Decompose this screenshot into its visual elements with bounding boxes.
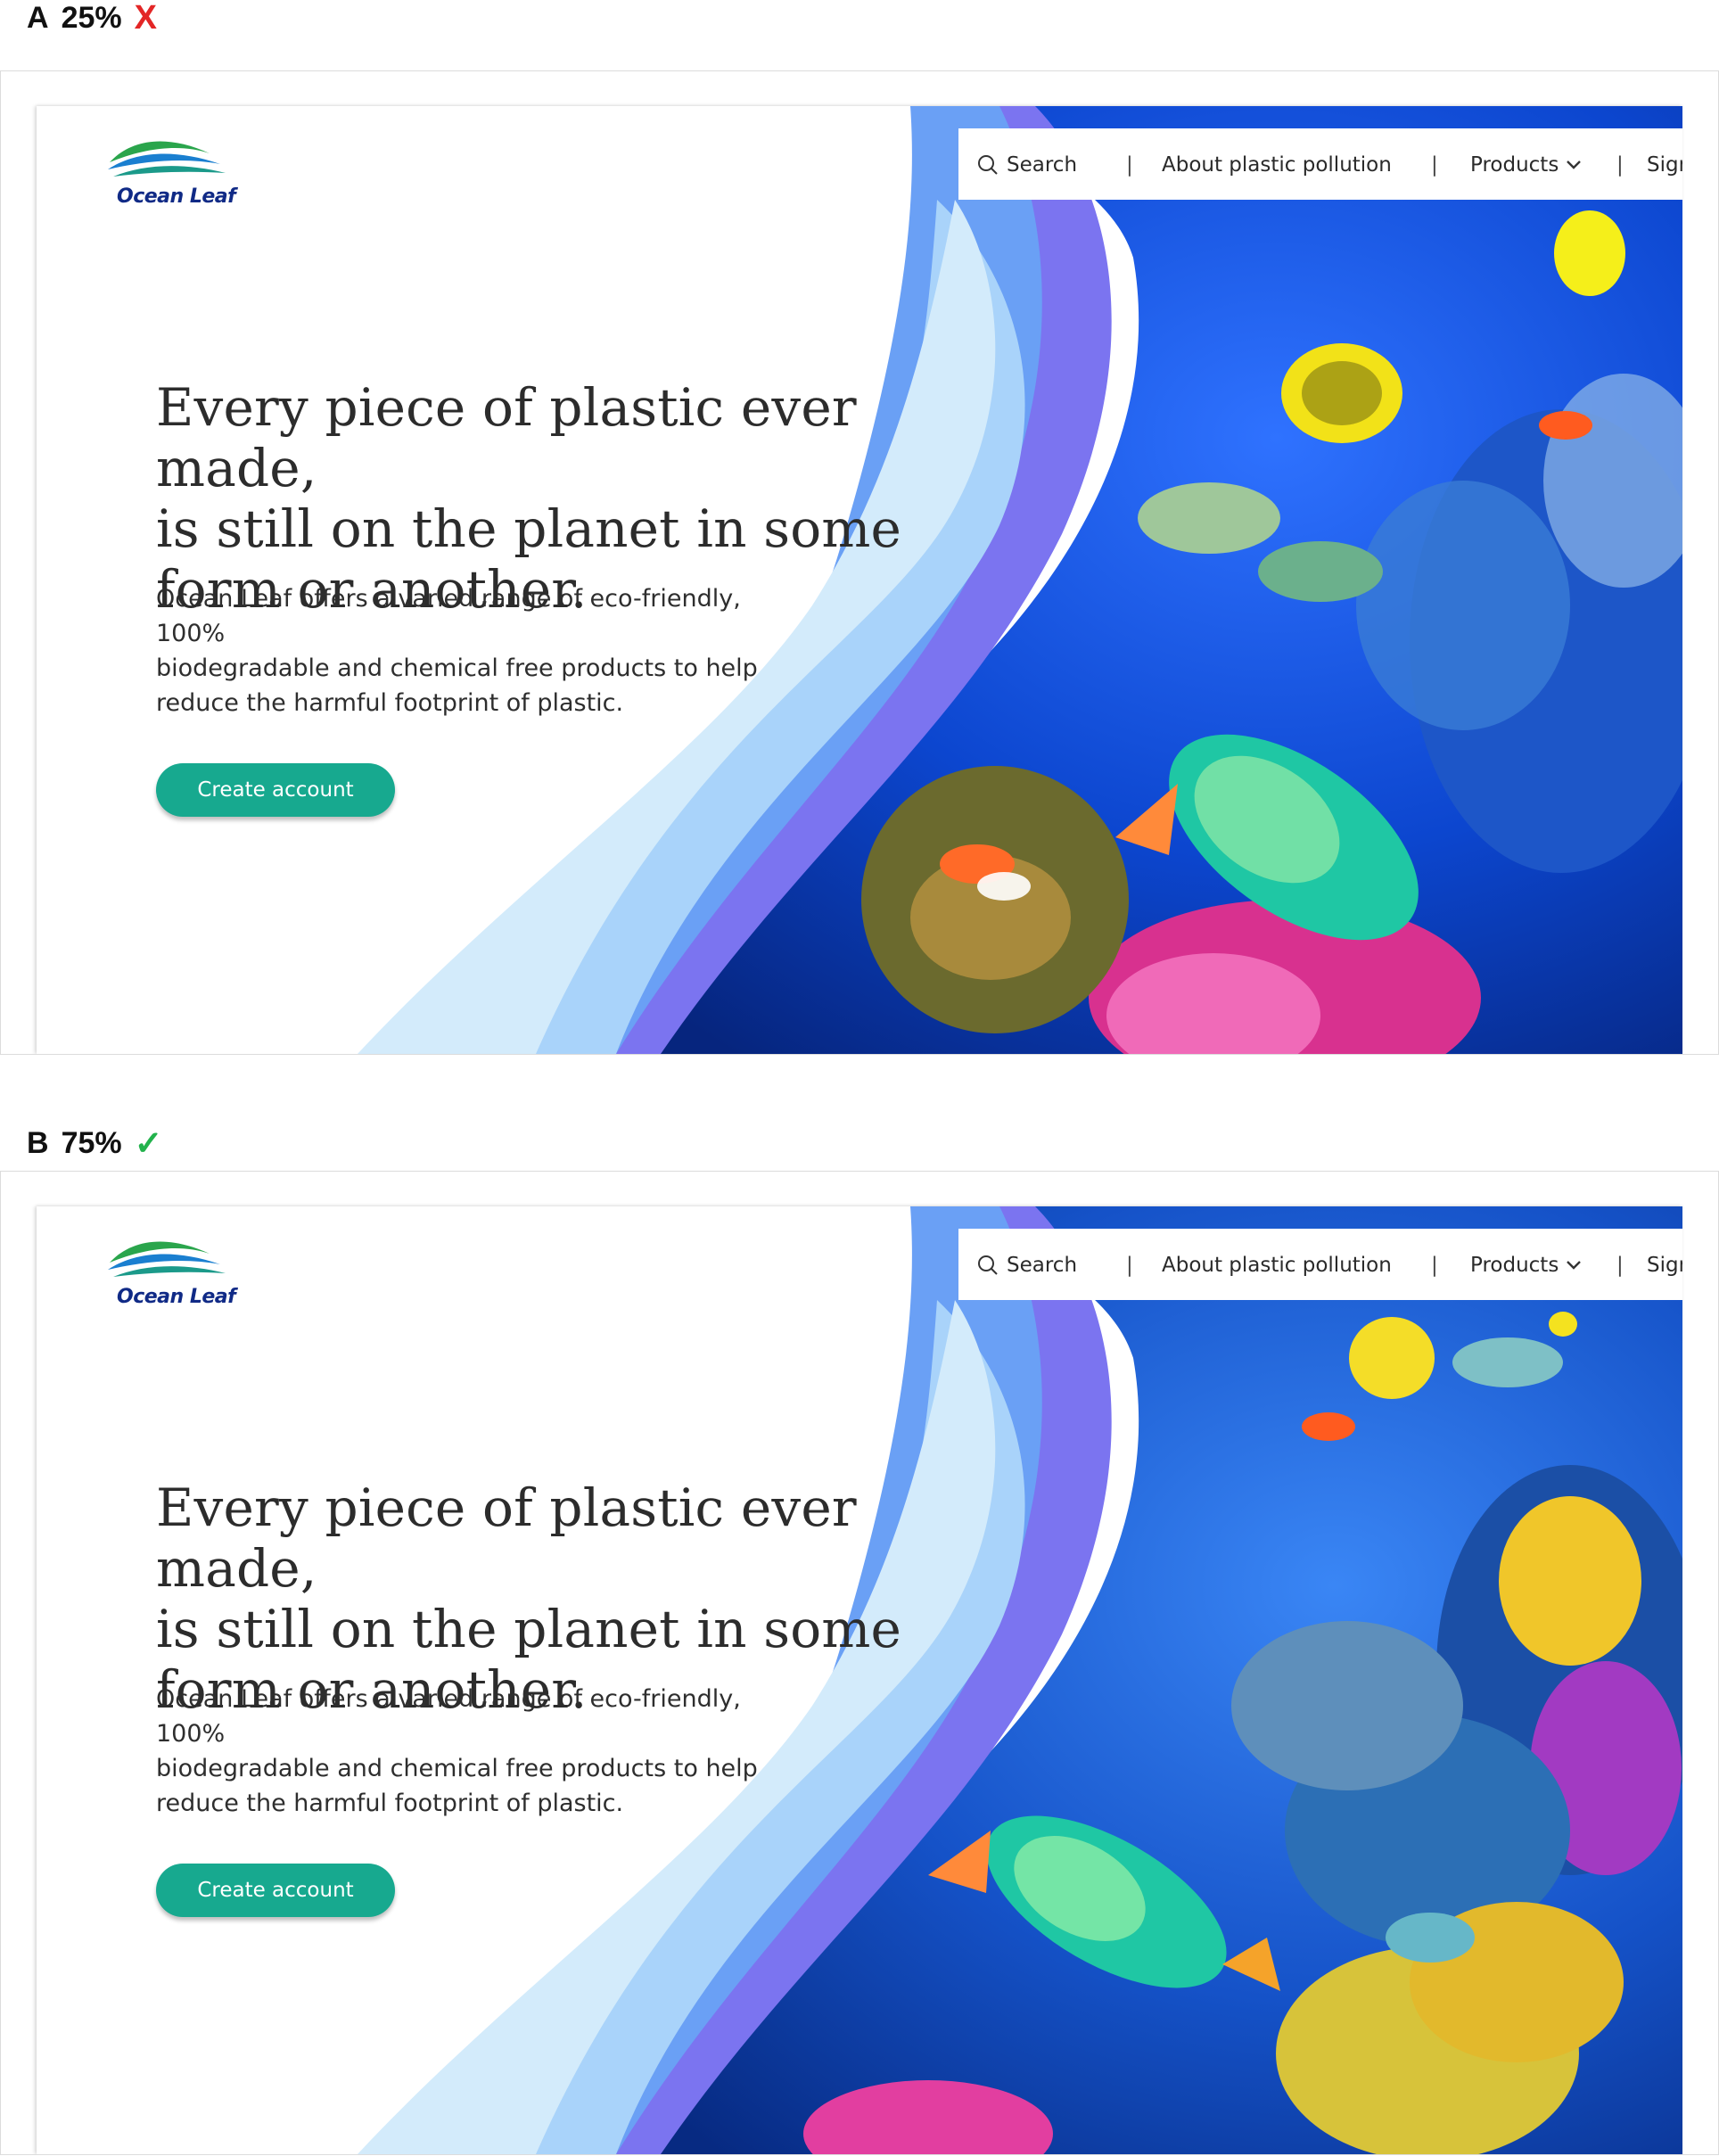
body-line: reduce the harmful footprint of plastic. [156, 689, 624, 717]
about-label: About plastic pollution [1162, 1254, 1392, 1277]
products-label: Products [1470, 1254, 1559, 1277]
logo-wordmark: Ocean Leaf [117, 1286, 236, 1308]
products-label: Products [1470, 153, 1559, 177]
check-mark-icon: ✓ [134, 1124, 163, 1163]
hero-body-text: Ocean Leaf offers a varied range of eco-… [156, 1682, 798, 1821]
variant-b-panel: Ocean Leaf Search | About plastic pollut… [0, 1171, 1719, 2155]
create-account-button[interactable]: Create account [156, 1864, 395, 1917]
sign-in-menu[interactable]: Sign In | [1647, 1254, 1682, 1277]
ocean-leaf-logo[interactable]: Ocean Leaf [104, 132, 236, 208]
fail-mark-icon: X [134, 0, 157, 37]
body-line: Ocean Leaf offers a varied range of eco-… [156, 1685, 741, 1748]
hero-body-text: Ocean Leaf offers a varied range of eco-… [156, 581, 798, 720]
variant-letter: A [27, 0, 49, 35]
headline-line: Every piece of plastic ever made, [156, 377, 857, 498]
nav-separator: | [1126, 153, 1133, 177]
nav-separator: | [1616, 1254, 1624, 1277]
top-navigation: Ocean Leaf Search | About plastic pollut… [37, 1229, 1682, 1308]
about-plastic-pollution-link[interactable]: About plastic pollution [1162, 1254, 1392, 1277]
nav-bar: Search | About plastic pollution | Produ… [958, 1229, 1682, 1300]
products-menu[interactable]: Products [1470, 153, 1582, 177]
body-line: reduce the harmful footprint of plastic. [156, 1790, 624, 1817]
top-navigation: Ocean Leaf Search | About plastic pollut… [37, 128, 1682, 208]
search-icon [978, 1255, 998, 1275]
nav-separator: | [1616, 153, 1624, 177]
body-line: biodegradable and chemical free products… [156, 654, 758, 682]
variant-a-panel: Ocean Leaf Search | About plastic pollut… [0, 70, 1719, 1055]
body-line: Ocean Leaf offers a varied range of eco-… [156, 585, 741, 647]
about-label: About plastic pollution [1162, 153, 1392, 177]
variant-percent: 75% [61, 1125, 122, 1160]
products-menu[interactable]: Products [1470, 1254, 1582, 1277]
headline-line: Every piece of plastic ever made, [156, 1477, 857, 1599]
search-label: Search [1007, 153, 1078, 177]
variant-b-label: B 75% ✓ [27, 1124, 163, 1163]
logo-wordmark: Ocean Leaf [117, 185, 236, 208]
landing-page-mock: Ocean Leaf Search | About plastic pollut… [37, 1206, 1682, 2154]
ocean-leaf-logo[interactable]: Ocean Leaf [104, 1232, 236, 1308]
about-plastic-pollution-link[interactable]: About plastic pollution [1162, 153, 1392, 177]
leaf-wave-icon [108, 1241, 226, 1277]
headline-line: is still on the planet in some [156, 498, 902, 559]
landing-page-mock: Ocean Leaf Search | About plastic pollut… [37, 106, 1682, 1054]
search-link[interactable]: Search [976, 153, 1077, 177]
signin-label: Sign In [1647, 153, 1682, 177]
nav-separator: | [1431, 1254, 1438, 1277]
search-icon [978, 155, 998, 175]
headline-line: is still on the planet in some [156, 1599, 902, 1659]
leaf-wave-icon [108, 141, 226, 177]
sign-in-menu[interactable]: Sign In | [1647, 153, 1682, 177]
variant-letter: B [27, 1125, 49, 1160]
body-line: biodegradable and chemical free products… [156, 1755, 758, 1782]
search-link[interactable]: Search [976, 1254, 1077, 1277]
variant-percent: 25% [61, 0, 122, 35]
chevron-down-icon [1567, 160, 1582, 169]
nav-separator: | [1431, 153, 1438, 177]
search-label: Search [1007, 1254, 1078, 1277]
nav-bar: Search | About plastic pollution | Produ… [958, 128, 1682, 200]
chevron-down-icon [1567, 1261, 1582, 1270]
signin-label: Sign In [1647, 1254, 1682, 1277]
variant-a-label: A 25% X [27, 0, 157, 37]
nav-separator: | [1126, 1254, 1133, 1277]
create-account-button[interactable]: Create account [156, 763, 395, 817]
